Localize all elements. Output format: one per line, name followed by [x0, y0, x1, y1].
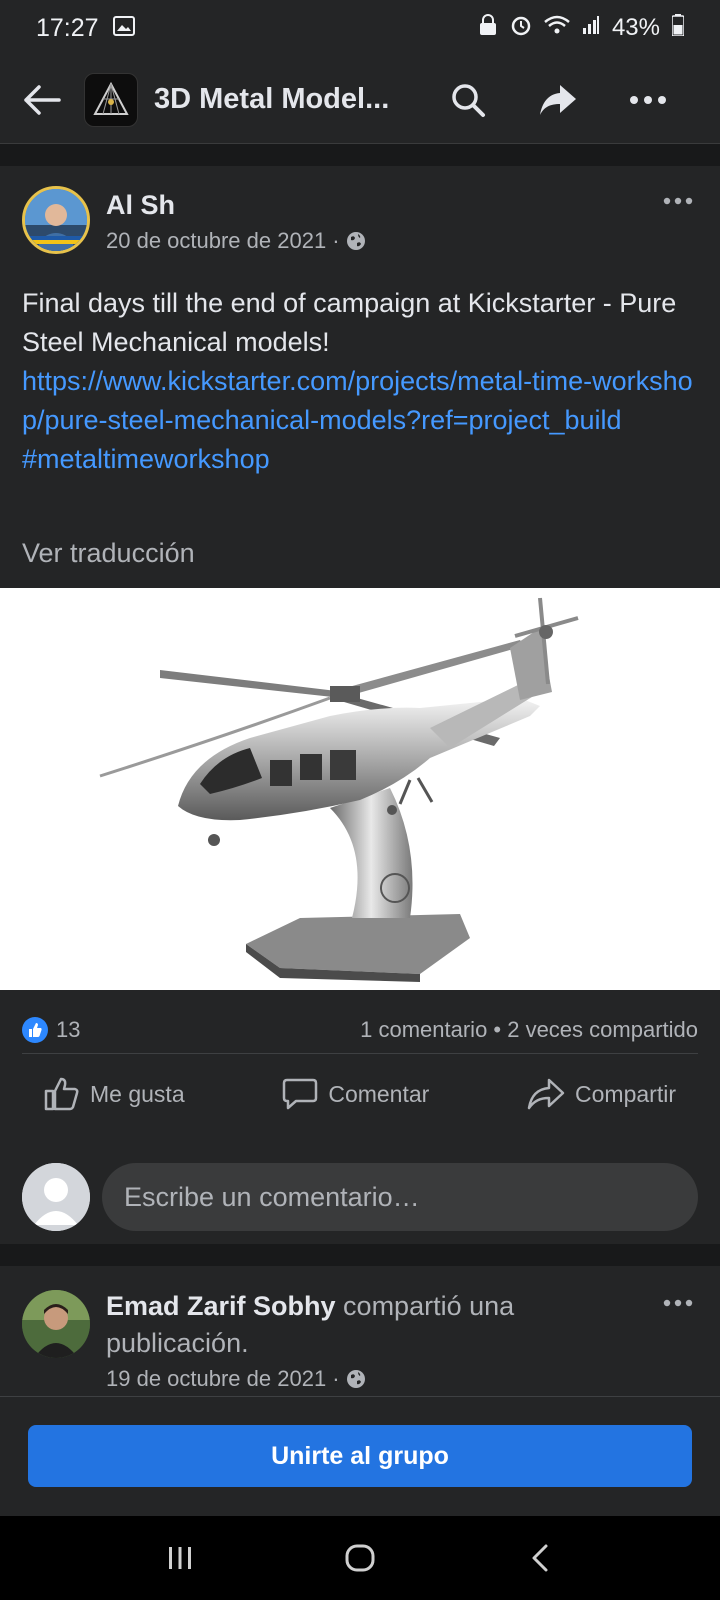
post-link[interactable]: https://www.kickstarter.com/projects/met… — [22, 362, 702, 440]
system-navigation-bar — [0, 1516, 720, 1600]
shared-post-heading: Emad Zarif Sobhy compartió una publicaci… — [106, 1288, 646, 1362]
thumbs-up-icon — [44, 1077, 79, 1111]
join-group-button[interactable]: Unirte al grupo — [28, 1425, 692, 1487]
post-stats: 13 1 comentario • 2 veces compartido — [22, 1006, 698, 1054]
more-dots-icon — [663, 197, 693, 205]
like-button[interactable]: Me gusta — [22, 1066, 207, 1122]
gallery-notification-icon — [112, 14, 135, 43]
comment-button[interactable]: Comentar — [260, 1066, 451, 1122]
post-options-button[interactable] — [658, 186, 698, 216]
post-author-name[interactable]: Emad Zarif Sobhy — [106, 1291, 336, 1321]
post-actions: Me gusta Comentar Compartir — [22, 1060, 698, 1128]
share-button[interactable]: Compartir — [505, 1066, 698, 1122]
comment-composer: Escribe un comentario… — [22, 1162, 698, 1232]
likes-summary[interactable]: 13 — [22, 1016, 81, 1043]
helicopter-model-image — [99, 597, 579, 982]
share-arrow-outline-icon — [527, 1078, 565, 1110]
battery-icon — [671, 13, 685, 43]
globe-icon — [346, 232, 365, 250]
status-time: 17:27 — [36, 13, 99, 42]
more-dots-icon — [630, 95, 666, 104]
post-meta: 20 de octubre de 2021 · — [106, 228, 366, 254]
home-icon — [345, 1544, 375, 1572]
post-options-button[interactable] — [658, 1288, 698, 1318]
post-body: Final days till the end of campaign at K… — [22, 284, 702, 479]
comment-label: Comentar — [328, 1080, 430, 1107]
more-dots-icon — [663, 1299, 693, 1307]
share-label: Compartir — [575, 1080, 676, 1107]
post-header: Al Sh 20 de octubre de 2021 · — [22, 186, 698, 256]
post-date[interactable]: 20 de octubre de 2021 · — [106, 228, 340, 254]
post-text: Final days till the end of campaign at K… — [22, 288, 677, 357]
post-card: Al Sh 20 de octubre de 2021 · Final days… — [0, 166, 720, 1244]
search-button[interactable] — [442, 74, 494, 126]
home-button[interactable] — [330, 1528, 390, 1588]
battery-percent: 43% — [611, 14, 660, 41]
share-arrow-icon — [540, 84, 576, 115]
like-reaction-icon — [22, 1016, 48, 1043]
status-bar: 17:27 43% — [0, 0, 720, 56]
likes-count: 13 — [56, 1016, 81, 1042]
post-date[interactable]: 19 de octubre de 2021 · — [106, 1366, 340, 1392]
more-options-button[interactable] — [622, 74, 674, 126]
post-meta: 19 de octubre de 2021 · — [106, 1366, 366, 1392]
pyramid-logo-icon — [93, 81, 129, 115]
group-title[interactable]: 3D Metal Model... — [154, 83, 414, 116]
comment-input[interactable]: Escribe un comentario… — [102, 1163, 698, 1231]
alarm-icon — [510, 14, 532, 43]
globe-icon — [346, 1370, 365, 1388]
join-group-bar: Unirte al grupo — [0, 1396, 720, 1516]
app-bar: 3D Metal Model... — [0, 56, 720, 144]
comments-shares-count[interactable]: 1 comentario • 2 veces compartido — [360, 1017, 698, 1043]
wifi-icon — [544, 14, 570, 42]
speech-bubble-icon — [283, 1078, 318, 1110]
post-photo[interactable] — [0, 588, 720, 990]
signal-icon — [582, 14, 600, 42]
group-thumbnail[interactable] — [84, 72, 138, 127]
author-avatar[interactable] — [22, 1290, 90, 1358]
back-arrow-icon — [24, 84, 61, 115]
see-translation-link[interactable]: Ver traducción — [22, 538, 195, 569]
current-user-avatar — [22, 1163, 90, 1231]
like-label: Me gusta — [90, 1080, 185, 1107]
recent-apps-button[interactable] — [150, 1528, 210, 1588]
recent-apps-icon — [169, 1547, 191, 1569]
author-avatar[interactable] — [22, 186, 90, 254]
post-card: Emad Zarif Sobhy compartió una publicaci… — [0, 1266, 720, 1396]
chevron-left-icon — [532, 1544, 548, 1572]
system-back-button[interactable] — [510, 1528, 570, 1588]
share-group-button[interactable] — [532, 74, 584, 126]
feed-divider — [0, 144, 720, 166]
search-icon — [452, 83, 485, 117]
post-author-name[interactable]: Al Sh — [106, 190, 175, 221]
post-hashtag[interactable]: #metaltimeworkshop — [22, 440, 702, 479]
back-button[interactable] — [18, 76, 66, 124]
feed-divider — [0, 1244, 720, 1266]
lock-icon — [478, 13, 498, 43]
